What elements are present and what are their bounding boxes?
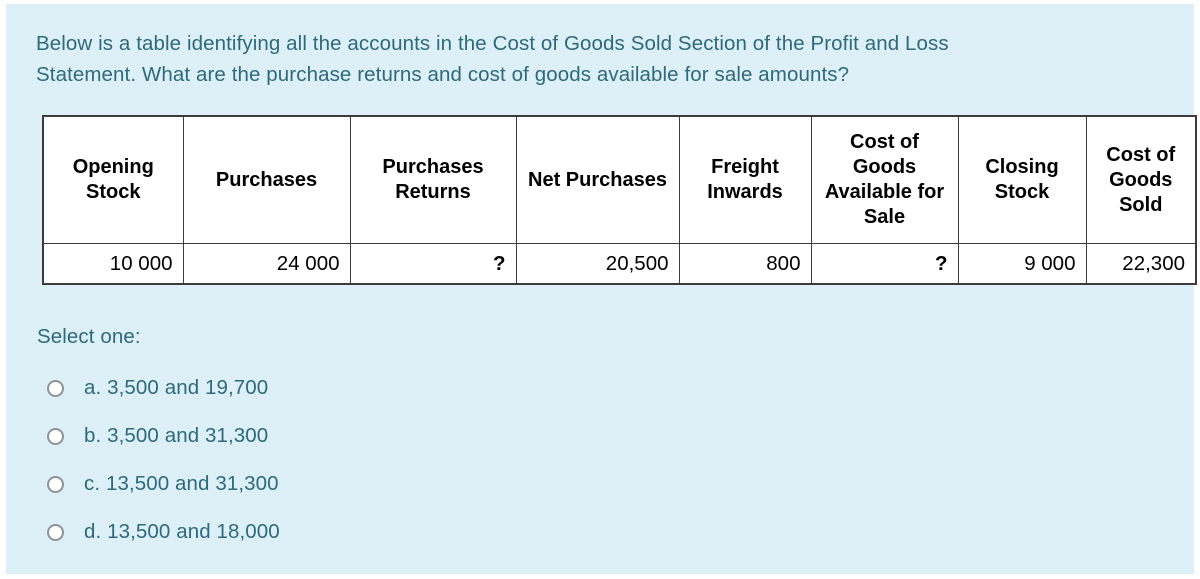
table-header-freight-inwards: Freight Inwards (678, 115, 812, 244)
cell-closing-stock: 9 000 (957, 243, 1087, 285)
table-header-purchases-returns: Purchases Returns (349, 115, 517, 244)
answer-option-d[interactable]: d. 13,500 and 18,000 (47, 508, 1047, 556)
cogs-table-container: Opening Stock Purchases Purchases Return… (42, 115, 1197, 285)
answer-option-a[interactable]: a. 3,500 and 19,700 (47, 364, 1047, 412)
answer-option-label-d: d. 13,500 and 18,000 (84, 519, 280, 543)
question-panel: Below is a table identifying all the acc… (6, 4, 1197, 574)
cell-opening-stock: 10 000 (42, 243, 184, 285)
table-header-row: Opening Stock Purchases Purchases Return… (42, 115, 1197, 244)
cell-purchases: 24 000 (182, 243, 351, 285)
answer-option-b[interactable]: b. 3,500 and 31,300 (47, 412, 1047, 460)
cell-net-purchases: 20,500 (515, 243, 680, 285)
radio-button-icon-d[interactable] (47, 523, 64, 541)
question-line-2: Statement. What are the purchase returns… (36, 63, 850, 86)
question-prompt: Below is a table identifying all the acc… (36, 28, 1096, 90)
question-line-1: Below is a table identifying all the acc… (36, 32, 949, 55)
answer-option-c[interactable]: c. 13,500 and 31,300 (47, 460, 1047, 508)
table-header-closing-stock: Closing Stock (957, 115, 1087, 244)
table-header-opening-stock: Opening Stock (42, 115, 184, 244)
answer-option-label-c: c. 13,500 and 31,300 (84, 471, 279, 495)
select-one-label: Select one: (37, 325, 141, 348)
table-header-cogs-available-for-sale: Cost of Goods Available for Sale (810, 115, 959, 244)
cell-cost-of-goods-sold: 22,300 (1085, 243, 1197, 285)
table-header-purchases: Purchases (182, 115, 351, 244)
table-header-cost-of-goods-sold: Cost of Goods Sold (1085, 115, 1197, 244)
radio-button-icon-c[interactable] (47, 475, 64, 493)
answer-options-list: a. 3,500 and 19,700 b. 3,500 and 31,300 … (47, 364, 1047, 556)
cell-freight-inwards: 800 (678, 243, 812, 285)
cell-cogs-available-for-sale: ? (810, 243, 959, 285)
radio-button-icon-a[interactable] (47, 379, 64, 397)
table-row: 10 000 24 000 ? 20,500 800 ? 9 000 22,30… (42, 243, 1197, 285)
cogs-table: Opening Stock Purchases Purchases Return… (42, 115, 1197, 285)
cell-purchases-returns: ? (349, 243, 517, 285)
radio-button-icon-b[interactable] (47, 427, 64, 445)
answer-option-label-b: b. 3,500 and 31,300 (84, 423, 269, 447)
table-header-net-purchases: Net Purchases (515, 115, 680, 244)
answer-option-label-a: a. 3,500 and 19,700 (84, 375, 269, 399)
